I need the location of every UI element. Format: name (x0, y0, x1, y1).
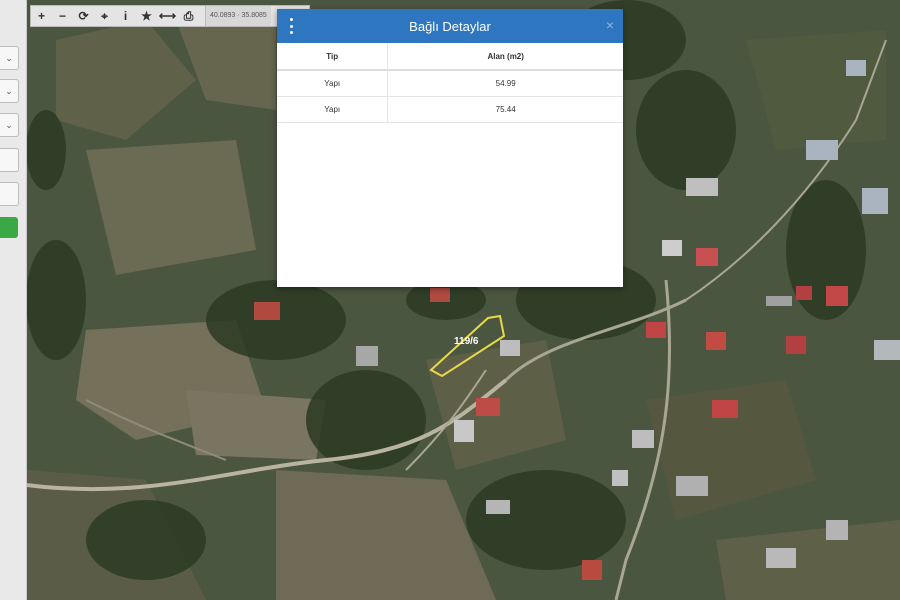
left-panel: ⌄ ⌄ ⌄ (0, 0, 27, 600)
table-row[interactable]: Yapı 75.44 (277, 96, 623, 123)
zoom-out-button[interactable]: − (52, 6, 73, 26)
cell-type: Yapı (277, 96, 388, 123)
column-header-tip: Tip (277, 43, 388, 71)
layer-select-3[interactable]: ⌄ (0, 113, 19, 137)
table-row[interactable]: Yapı 54.99 (277, 70, 623, 97)
close-icon[interactable]: × (606, 17, 614, 33)
print-icon: ⎙ (183, 8, 194, 23)
parcel-label: 119/6 (454, 336, 479, 347)
cell-type: Yapı (277, 70, 388, 97)
zoom-in-button[interactable]: + (31, 6, 52, 26)
locate-button[interactable]: ⌖ (94, 6, 115, 26)
crosshair-icon: ⌖ (101, 8, 108, 23)
print-button[interactable]: ⎙ (178, 6, 199, 26)
refresh-button[interactable]: ⟳ (73, 6, 94, 26)
layer-select-1[interactable]: ⌄ (0, 46, 19, 70)
plus-icon: + (37, 9, 45, 23)
refresh-icon: ⟳ (78, 9, 89, 23)
info-button[interactable]: i (115, 6, 136, 26)
modal-header: Bağlı Detaylar × (277, 9, 623, 43)
chevron-down-icon: ⌄ (5, 119, 13, 130)
table-header-row: Tip Alan (m2) (277, 43, 623, 71)
vertical-dots-menu-icon[interactable] (288, 18, 294, 34)
modal-title: Bağlı Detaylar (409, 18, 491, 34)
search-field-1[interactable] (0, 148, 19, 172)
minus-icon: − (58, 9, 66, 23)
star-icon: ★ (141, 9, 152, 23)
chevron-down-icon: ⌄ (5, 52, 13, 63)
details-table: Tip Alan (m2) Yapı 54.99 Yapı 75.44 (277, 43, 623, 123)
chevron-down-icon: ⌄ (5, 85, 13, 96)
favorite-button[interactable]: ★ (136, 6, 157, 26)
cell-area: 75.44 (387, 96, 623, 123)
map-toolbar: + − ⟳ ⌖ i ★ ⟷ ⎙ 40.0893 · 35.8085 (30, 5, 310, 27)
search-field-2[interactable] (0, 182, 19, 206)
column-header-area: Alan (m2) (387, 43, 623, 71)
coordinate-readout: 40.0893 · 35.8085 (205, 6, 271, 26)
query-button[interactable] (0, 217, 18, 238)
measure-icon: ⟷ (158, 9, 177, 23)
cell-area: 54.99 (387, 70, 623, 97)
measure-button[interactable]: ⟷ (157, 6, 178, 26)
info-icon: i (123, 9, 128, 23)
details-modal: Bağlı Detaylar × Tip Alan (m2) Yapı 54.9… (277, 9, 623, 287)
layer-select-2[interactable]: ⌄ (0, 79, 19, 103)
